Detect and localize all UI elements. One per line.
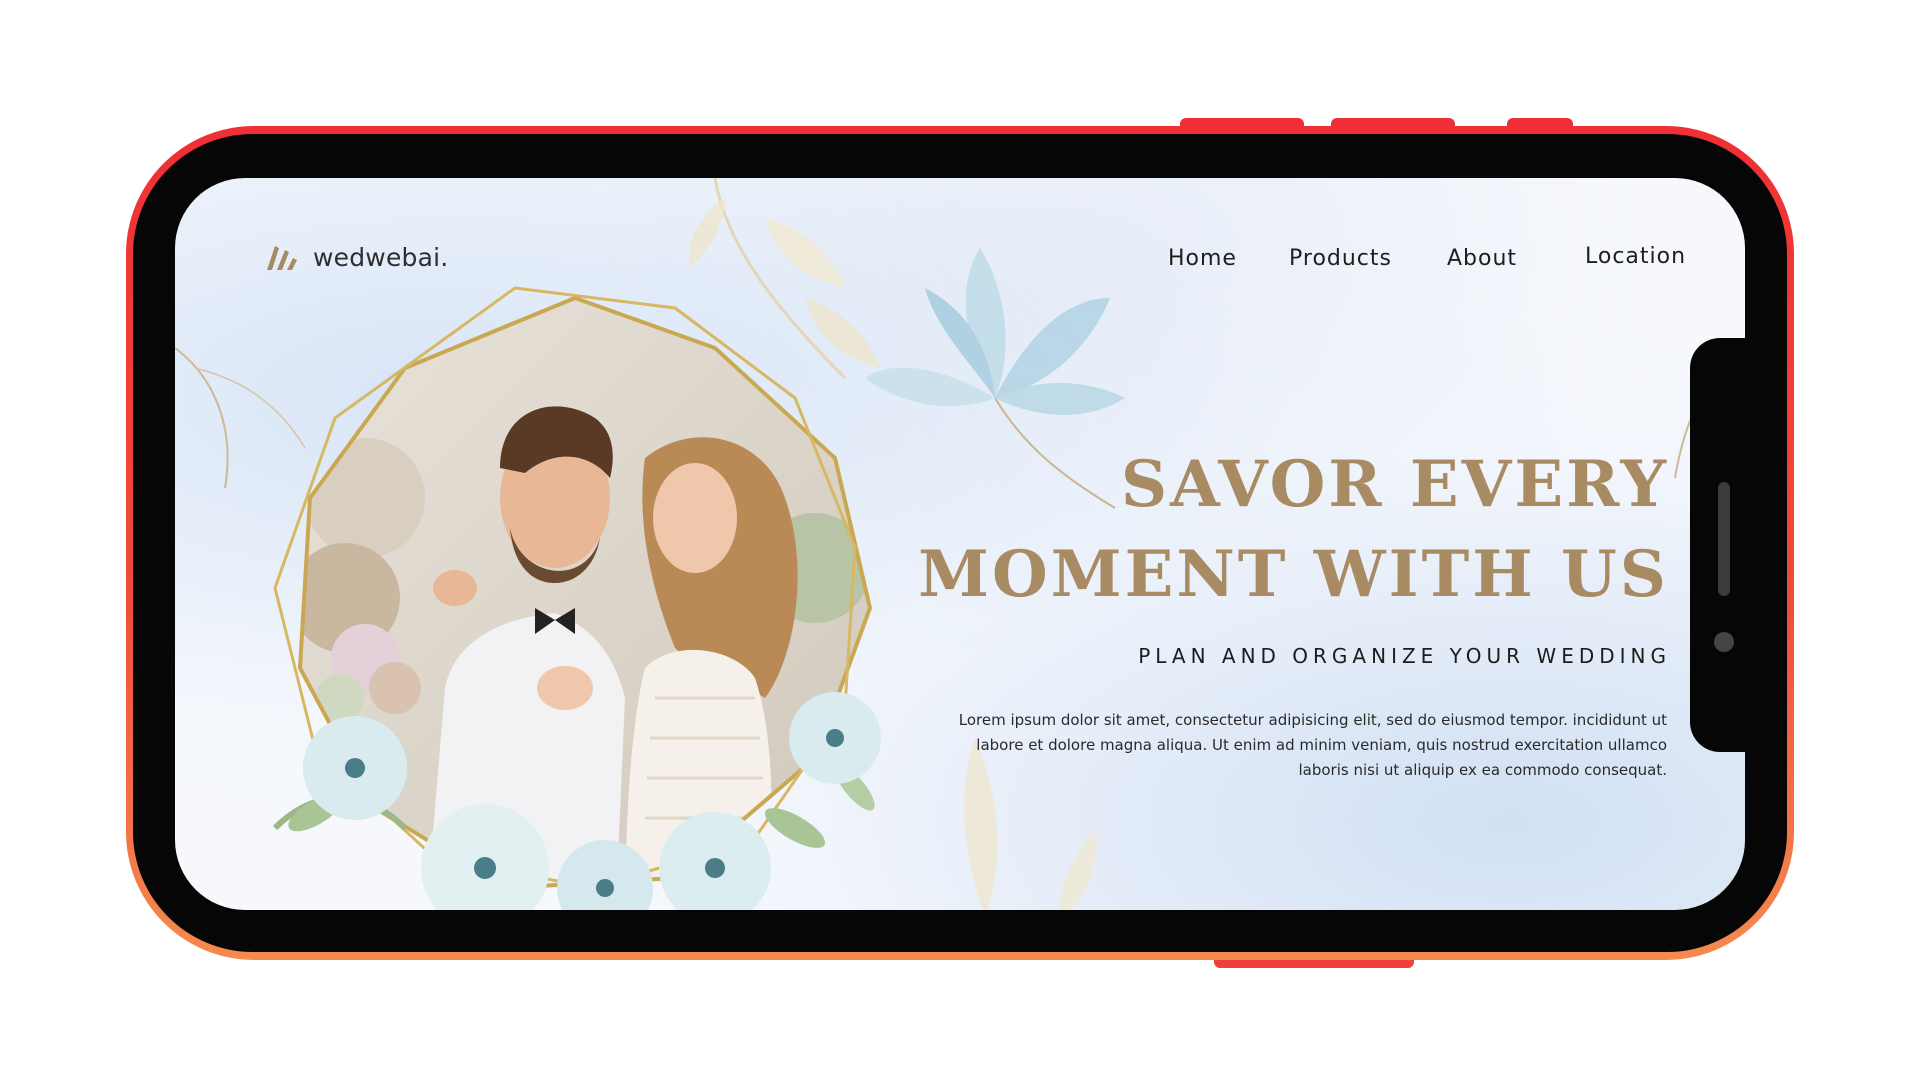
earpiece-speaker-icon [1718,482,1730,596]
couple-photo-illustration [272,286,881,910]
hero-title: SAVOR EVERY MOMENT WITH US [918,447,1669,612]
nav-about[interactable]: About [1447,246,1517,271]
nav-products[interactable]: Products [1289,246,1392,271]
nav-home[interactable]: Home [1168,246,1237,271]
hero-photo [255,268,915,910]
front-camera-icon [1714,632,1734,652]
page-stage: wedwebai. Home Products About Location S… [0,0,1920,1088]
phone-screen: wedwebai. Home Products About Location S… [175,178,1745,910]
hero-subtitle: PLAN AND ORGANIZE YOUR WEDDING [1138,644,1671,668]
nav-location[interactable]: Location [1585,244,1686,269]
hero-description: Lorem ipsum dolor sit amet, consectetur … [958,711,1667,779]
